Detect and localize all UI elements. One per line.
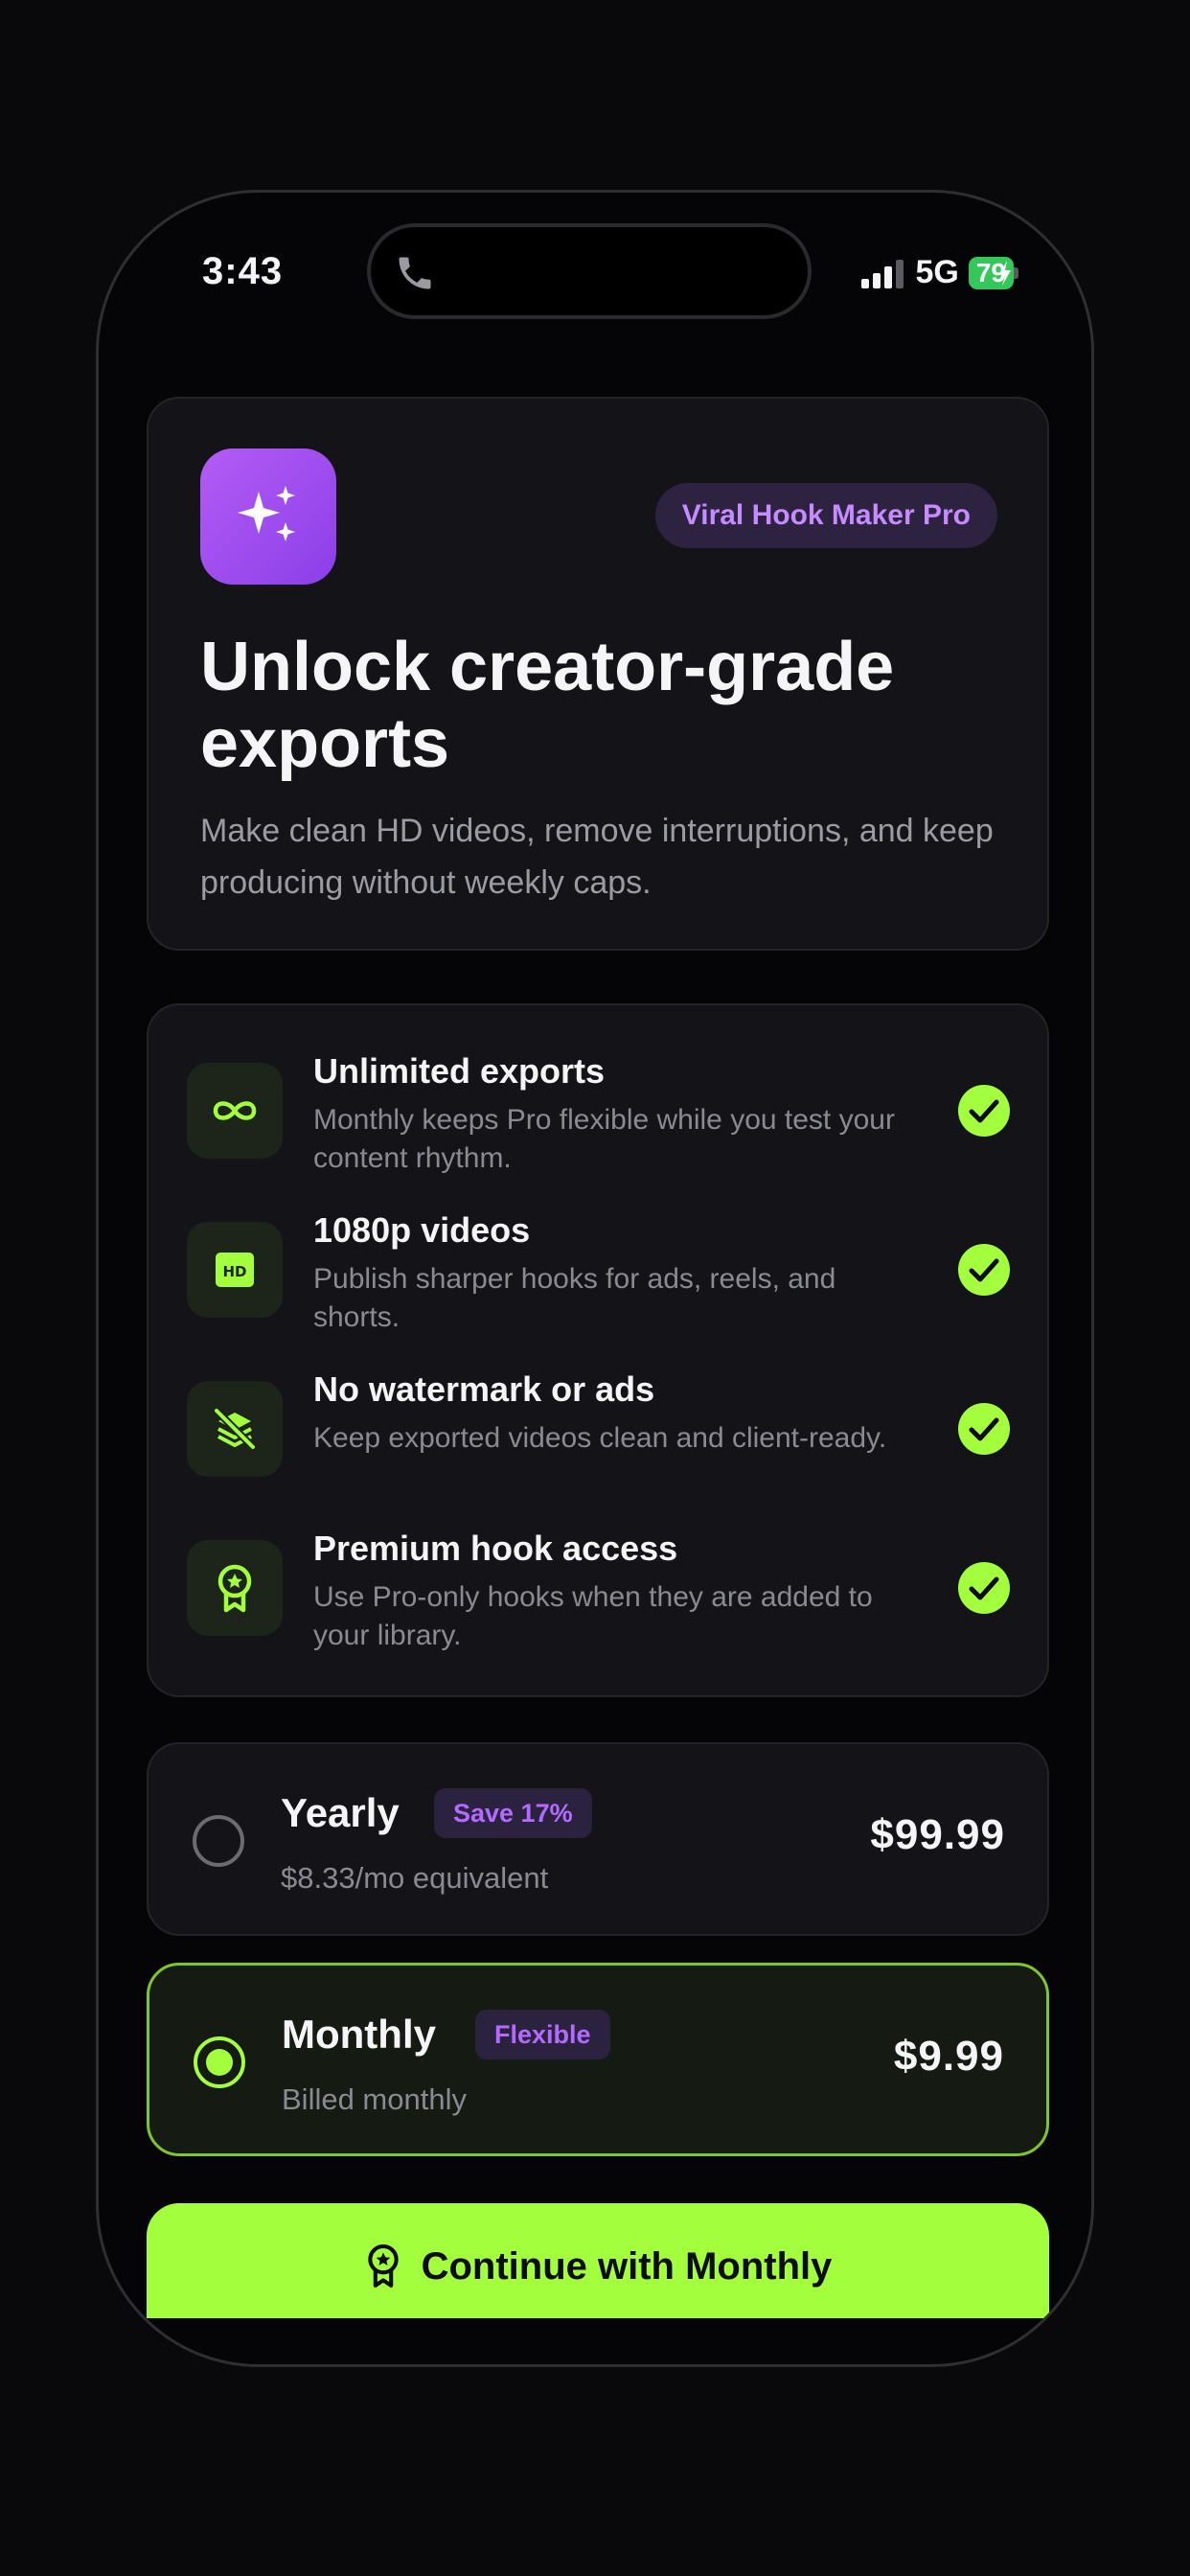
check-circle-icon: [958, 1403, 1010, 1455]
status-bar: 3:43 5G 79: [99, 193, 1091, 365]
plan-subtitle: Billed monthly: [282, 2082, 467, 2116]
plan-price: $9.99: [893, 2033, 1004, 2080]
app-icon: [200, 448, 336, 585]
page-title: Unlock creator-grade exports: [200, 629, 895, 782]
feature-icon-tile: HD: [187, 1222, 283, 1318]
battery-cap: [1014, 266, 1018, 279]
svg-text:HD: HD: [222, 1263, 246, 1280]
plan-option-yearly[interactable]: Yearly Save 17% $8.33/mo equivalent $99.…: [147, 1742, 1049, 1936]
feature-no-watermark: No watermark or ads Keep exported videos…: [187, 1369, 1011, 1513]
no-watermark-icon: [213, 1407, 257, 1451]
feature-premium-hooks: Premium hook access Use Pro-only hooks w…: [187, 1529, 1011, 1672]
check-circle-icon: [958, 1244, 1010, 1296]
features-card: Unlimited exports Monthly keeps Pro flex…: [147, 1003, 1049, 1697]
feature-title: 1080p videos: [313, 1210, 531, 1250]
feature-title: No watermark or ads: [313, 1369, 655, 1409]
plan-price: $99.99: [870, 1811, 1005, 1858]
feature-title: Premium hook access: [313, 1529, 678, 1568]
network-type: 5G: [915, 254, 959, 290]
feature-description: Monthly keeps Pro flexible while you tes…: [313, 1104, 895, 1174]
plan-tag: Flexible: [475, 2010, 610, 2059]
award-icon: [217, 1564, 252, 1613]
pro-badge: Viral Hook Maker Pro: [654, 483, 997, 548]
feature-icon-tile: [187, 1063, 283, 1159]
signal-icon: [861, 259, 904, 288]
phone-call-icon: [399, 257, 431, 289]
plan-name: Monthly: [282, 2012, 436, 2057]
dynamic-island[interactable]: [367, 223, 812, 319]
status-time: 3:43: [202, 250, 284, 292]
continue-button[interactable]: Continue with Monthly: [147, 2203, 1049, 2318]
award-icon: [367, 2243, 399, 2288]
feature-icon-tile: [187, 1381, 283, 1477]
feature-title: Unlimited exports: [313, 1051, 606, 1091]
phone-frame: 3:43 5G 79 Viral Hook Maker Pro Unlock c…: [96, 190, 1094, 2367]
infinity-icon: [213, 1101, 257, 1120]
hd-icon: HD: [216, 1253, 254, 1287]
battery-indicator: 79: [968, 256, 1018, 289]
plan-tag: Save 17%: [434, 1788, 592, 1838]
feature-description: Keep exported videos clean and client-re…: [313, 1422, 887, 1454]
check-circle-icon: [958, 1562, 1010, 1614]
hero-card: Viral Hook Maker Pro Unlock creator-grad…: [147, 397, 1049, 951]
plan-option-monthly[interactable]: Monthly Flexible Billed monthly $9.99: [147, 1963, 1049, 2156]
feature-unlimited-exports: Unlimited exports Monthly keeps Pro flex…: [187, 1051, 1011, 1195]
feature-description: Use Pro-only hooks when they are added t…: [313, 1581, 873, 1651]
feature-description: Publish sharper hooks for ads, reels, an…: [313, 1263, 836, 1333]
plan-radio-yearly[interactable]: [193, 1815, 244, 1867]
feature-1080p-videos: HD 1080p videos Publish sharper hooks fo…: [187, 1210, 1011, 1354]
status-indicators: 5G 79: [859, 254, 1018, 291]
plan-subtitle: $8.33/mo equivalent: [281, 1861, 549, 1895]
sparkles-icon: [238, 486, 295, 541]
check-circle-icon: [958, 1085, 1010, 1137]
plan-name: Yearly: [281, 1790, 400, 1835]
continue-button-label: Continue with Monthly: [421, 2245, 833, 2288]
charging-bolt-icon: [999, 260, 1011, 286]
feature-icon-tile: [187, 1540, 283, 1636]
page-subtitle: Make clean HD videos, remove interruptio…: [200, 813, 994, 901]
plan-radio-monthly[interactable]: [194, 2036, 245, 2088]
